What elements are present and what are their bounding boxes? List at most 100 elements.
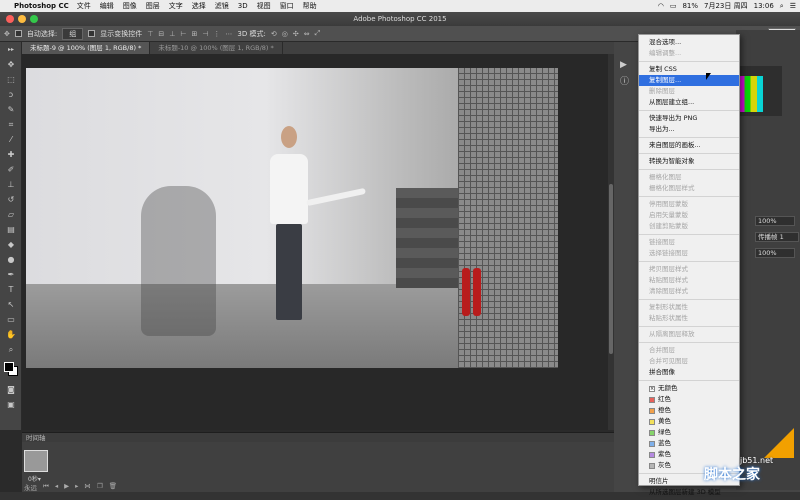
delete-frame-icon[interactable]: 🗑 — [109, 482, 117, 492]
context-menu-item[interactable]: 拼合图像 — [639, 367, 739, 378]
context-menu-item[interactable]: 快速导出为 PNG — [639, 113, 739, 124]
context-menu-item[interactable]: 复制图层... — [639, 75, 739, 86]
hand-tool-icon[interactable]: ✋ — [0, 327, 22, 342]
screen-mode-icon[interactable]: ▣ — [0, 397, 22, 412]
color-label-item[interactable]: 黄色 — [639, 416, 739, 427]
info-panel-icon[interactable]: ⓘ — [620, 74, 629, 87]
pen-tool-icon[interactable]: ✒ — [0, 267, 22, 282]
eyedropper-tool-icon[interactable]: ⁄ — [0, 132, 22, 147]
rotate-3d-icon[interactable]: ⟲ — [271, 30, 277, 38]
context-menu-item[interactable]: 从图层建立组... — [639, 97, 739, 108]
loop-dropdown[interactable]: 永远 — [24, 482, 37, 492]
search-icon[interactable]: ⌕ — [780, 2, 784, 11]
menu-view[interactable]: 视图 — [257, 1, 271, 11]
first-frame-icon[interactable]: ⏮ — [43, 482, 49, 492]
color-swatch-icon — [649, 429, 655, 436]
fill-field[interactable]: 100% — [755, 248, 795, 258]
date-text[interactable]: 7月23日 周四 — [704, 1, 748, 11]
move-tool-icon[interactable]: ✥ — [4, 30, 10, 38]
context-menu-item[interactable]: 来自图层的画板... — [639, 140, 739, 151]
minimize-window-button[interactable] — [18, 15, 26, 23]
slide-3d-icon[interactable]: ⇔ — [304, 30, 310, 38]
menu-image[interactable]: 图像 — [123, 1, 137, 11]
shape-tool-icon[interactable]: ▭ — [0, 312, 22, 327]
unify-field[interactable]: 传播帧 1 — [755, 232, 799, 242]
menu-type[interactable]: 文字 — [169, 1, 183, 11]
menu-edit[interactable]: 编辑 — [100, 1, 114, 11]
opacity-field[interactable]: 100% — [755, 216, 795, 226]
duplicate-frame-icon[interactable]: ❐ — [97, 482, 103, 492]
battery-icon[interactable]: ▭ — [670, 2, 677, 10]
tab-document-10[interactable]: 未标题-10 @ 100% (图层 1, RGB/8) * — [150, 42, 283, 54]
menu-filter[interactable]: 滤镜 — [215, 1, 229, 11]
play-panel-icon[interactable]: ▶ — [620, 60, 627, 70]
stamp-tool-icon[interactable]: ⊥ — [0, 177, 22, 192]
pan-3d-icon[interactable]: ✣ — [293, 30, 299, 38]
menu-window[interactable]: 窗口 — [280, 1, 294, 11]
mac-menubar: Photoshop CC 文件 编辑 图像 图层 文字 选择 滤镜 3D 视图 … — [0, 0, 800, 12]
close-window-button[interactable] — [6, 15, 14, 23]
menu-select[interactable]: 选择 — [192, 1, 206, 11]
crop-tool-icon[interactable]: ⌗ — [0, 117, 22, 132]
list-icon[interactable]: ☰ — [790, 2, 796, 10]
document-image[interactable] — [26, 68, 558, 368]
tab-document-9[interactable]: 未标题-9 @ 100% (图层 1, RGB/8) * — [22, 42, 151, 54]
tween-icon[interactable]: ⋈ — [84, 482, 91, 492]
color-label-item[interactable]: 橙色 — [639, 405, 739, 416]
layer-context-menu: 混合选项... 编辑调整... 复制 CSS 复制图层... 删除图层 从图层建立组...… — [638, 34, 740, 496]
prev-frame-icon[interactable]: ◂ — [55, 482, 58, 492]
quick-mask-icon[interactable]: ◙ — [0, 382, 22, 397]
dodge-tool-icon[interactable]: ● — [0, 252, 22, 267]
timeline-title[interactable]: 时间轴 — [26, 434, 46, 442]
color-label-item[interactable]: 红色 — [639, 394, 739, 405]
eraser-tool-icon[interactable]: ▱ — [0, 207, 22, 222]
auto-select-dropdown[interactable]: 组 — [62, 27, 84, 40]
gradient-tool-icon[interactable]: ▤ — [0, 222, 22, 237]
healing-tool-icon[interactable]: ✚ — [0, 147, 22, 162]
context-menu-item[interactable]: 导出为... — [639, 124, 739, 135]
roll-3d-icon[interactable]: ◎ — [282, 30, 288, 38]
align-center-icon[interactable]: ⊞ — [191, 30, 197, 38]
context-menu-item[interactable]: 混合选项... — [639, 37, 739, 48]
play-icon[interactable]: ▶ — [64, 482, 69, 492]
menu-help[interactable]: 帮助 — [303, 1, 317, 11]
scrollbar-thumb[interactable] — [609, 184, 613, 354]
align-top-icon[interactable]: ⊤ — [147, 30, 153, 38]
context-menu-item[interactable]: 转换为智能对象 — [639, 156, 739, 167]
distribute-icon[interactable]: ⋮ — [213, 30, 220, 38]
collapse-icon[interactable]: ▸▸ — [0, 42, 22, 57]
align-middle-icon[interactable]: ⊟ — [158, 30, 164, 38]
align-right-icon[interactable]: ⊣ — [202, 30, 208, 38]
color-label-item[interactable]: × 无颜色 — [639, 383, 739, 394]
path-select-tool-icon[interactable]: ↖ — [0, 297, 22, 312]
menu-3d[interactable]: 3D — [238, 2, 248, 10]
auto-select-checkbox[interactable] — [14, 30, 22, 37]
time-text[interactable]: 13:06 — [754, 2, 774, 10]
foreground-color-swatch[interactable] — [4, 362, 14, 372]
blur-tool-icon[interactable]: ◆ — [0, 237, 22, 252]
marquee-tool-icon[interactable]: ⬚ — [0, 72, 22, 87]
color-label-text: 无颜色 — [658, 384, 678, 392]
lasso-tool-icon[interactable]: ↄ — [0, 87, 22, 102]
wifi-icon[interactable]: ◠ — [658, 2, 664, 10]
menu-file[interactable]: 文件 — [77, 1, 91, 11]
zoom-window-button[interactable] — [30, 15, 38, 23]
distribute-h-icon[interactable]: ⋯ — [225, 30, 232, 38]
move-tool-icon[interactable]: ✥ — [0, 57, 22, 72]
photo-shadow — [141, 186, 216, 336]
align-bottom-icon[interactable]: ⊥ — [169, 30, 175, 38]
brush-tool-icon[interactable]: ✐ — [0, 162, 22, 177]
history-brush-icon[interactable]: ↺ — [0, 192, 22, 207]
zoom-tool-icon[interactable]: ⌕ — [0, 342, 22, 357]
context-menu-item: 删除图层 — [649, 87, 675, 95]
align-left-icon[interactable]: ⊢ — [180, 30, 186, 38]
scale-3d-icon[interactable]: ⤢ — [315, 29, 321, 38]
app-name-menu[interactable]: Photoshop CC — [14, 2, 69, 10]
menu-layer[interactable]: 图层 — [146, 1, 160, 11]
type-tool-icon[interactable]: T — [0, 282, 22, 297]
quick-select-tool-icon[interactable]: ✎ — [0, 102, 22, 117]
frame-thumbnail[interactable] — [24, 450, 48, 472]
show-transform-checkbox[interactable] — [88, 30, 96, 37]
next-frame-icon[interactable]: ▸ — [75, 482, 78, 492]
context-menu-item[interactable]: 复制 CSS — [639, 64, 739, 75]
